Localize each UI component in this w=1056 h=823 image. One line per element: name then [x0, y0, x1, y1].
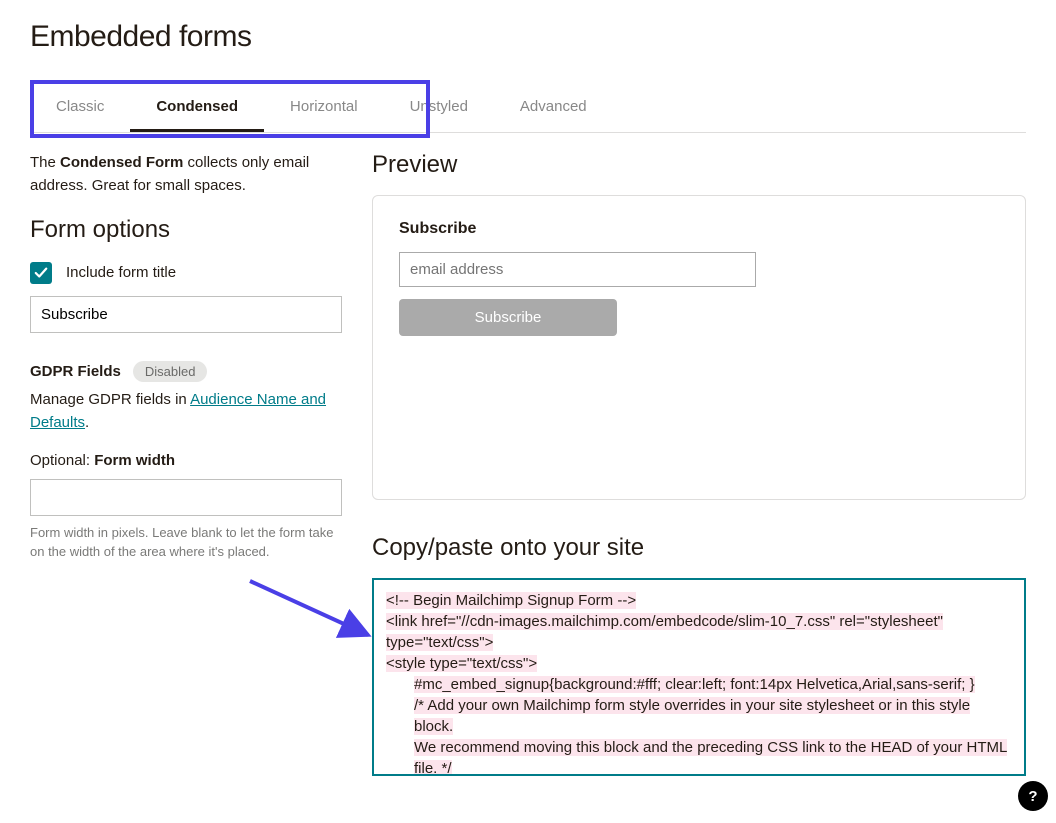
desc-strong: Condensed Form	[60, 154, 183, 171]
tabs-bar: Classic Condensed Horizontal Unstyled Ad…	[30, 82, 1026, 133]
tab-advanced[interactable]: Advanced	[494, 82, 613, 132]
gdpr-fields-label: GDPR Fields	[30, 363, 121, 380]
gdpr-text: Manage GDPR fields in Audience Name and …	[30, 388, 342, 435]
preview-form-title: Subscribe	[399, 220, 999, 238]
gdpr-text-prefix: Manage GDPR fields in	[30, 391, 190, 408]
form-title-input[interactable]	[30, 296, 342, 333]
preview-subscribe-button[interactable]: Subscribe	[399, 299, 617, 336]
tab-condensed[interactable]: Condensed	[130, 82, 264, 132]
tab-unstyled[interactable]: Unstyled	[384, 82, 494, 132]
page-title: Embedded forms	[30, 20, 1026, 54]
tab-horizontal[interactable]: Horizontal	[264, 82, 384, 132]
help-button[interactable]: ?	[1018, 781, 1048, 811]
gdpr-disabled-badge: Disabled	[133, 361, 208, 382]
preview-email-input[interactable]	[399, 252, 756, 287]
form-width-label: Form width	[94, 452, 175, 469]
code-line: #mc_embed_signup{background:#fff; clear:…	[414, 676, 975, 693]
check-icon	[34, 266, 48, 280]
code-line: We recommend moving this block and the p…	[414, 739, 1007, 776]
code-line: <!-- Begin Mailchimp Signup Form -->	[386, 592, 636, 609]
optional-prefix: Optional:	[30, 452, 94, 469]
include-title-row: Include form title	[30, 262, 342, 284]
form-width-input[interactable]	[30, 479, 342, 516]
form-width-help: Form width in pixels. Leave blank to let…	[30, 524, 342, 562]
tab-classic[interactable]: Classic	[30, 82, 130, 132]
code-line: <style type="text/css">	[386, 655, 537, 672]
preview-heading: Preview	[372, 151, 1026, 179]
embed-code-textarea[interactable]: <!-- Begin Mailchimp Signup Form --> <li…	[372, 578, 1026, 776]
form-options-heading: Form options	[30, 216, 342, 244]
gdpr-text-suffix: .	[85, 414, 89, 431]
code-line: /* Add your own Mailchimp form style ove…	[414, 697, 970, 735]
desc-prefix: The	[30, 154, 60, 171]
include-title-checkbox[interactable]	[30, 262, 52, 284]
code-line: <link href="//cdn-images.mailchimp.com/e…	[386, 613, 943, 651]
include-title-label: Include form title	[66, 264, 176, 281]
copy-paste-heading: Copy/paste onto your site	[372, 534, 1026, 562]
preview-frame: Subscribe Subscribe	[372, 195, 1026, 500]
form-description: The Condensed Form collects only email a…	[30, 151, 342, 198]
form-width-label-row: Optional: Form width	[30, 452, 342, 469]
